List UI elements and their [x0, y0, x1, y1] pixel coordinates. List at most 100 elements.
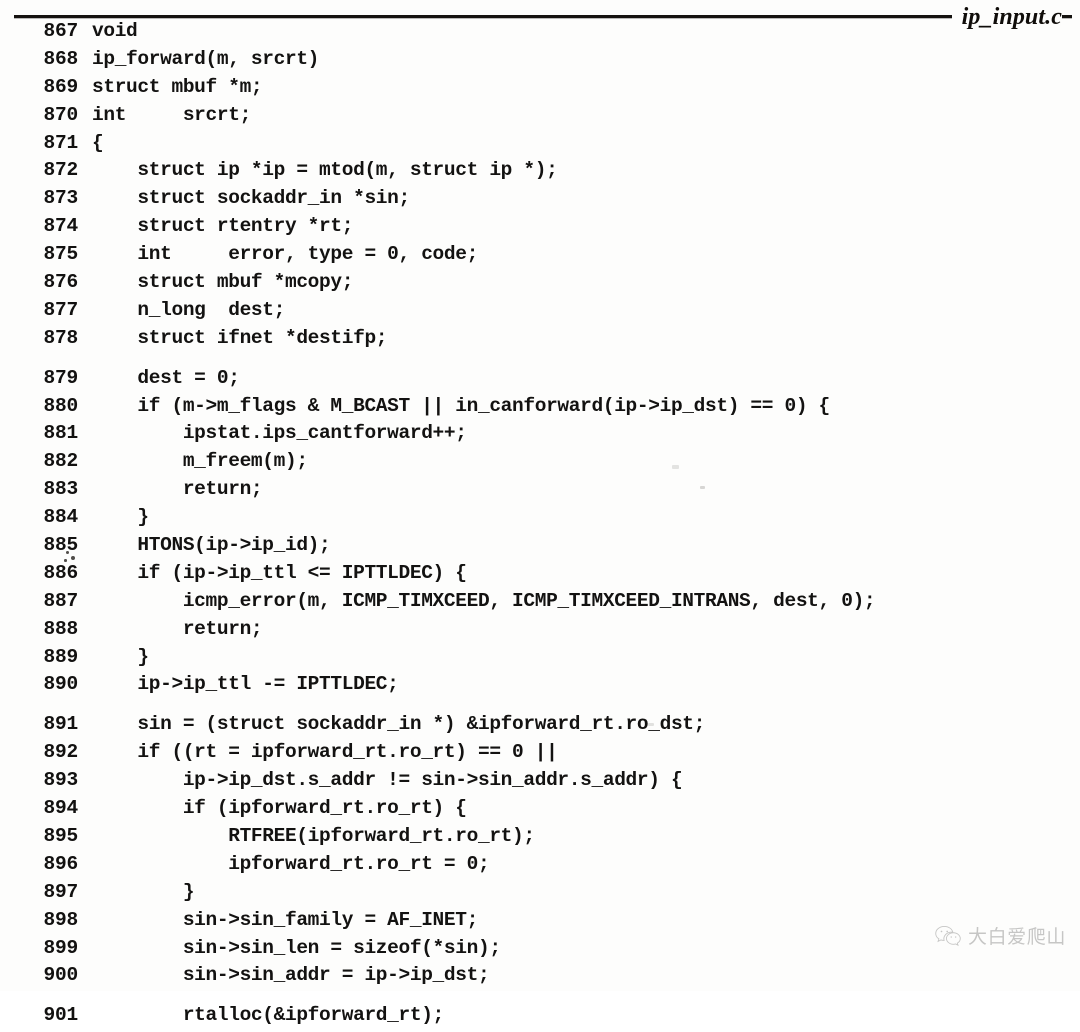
code-text: ip_forward(m, srcrt): [92, 47, 320, 70]
code-line: 867 void: [0, 20, 1080, 48]
scan-speck: [672, 465, 679, 469]
code-line: 893 ip->ip_dst.s_addr != sin->sin_addr.s…: [0, 769, 1080, 797]
code-line: 879 dest = 0;: [0, 367, 1080, 395]
code-line: 872 struct ip *ip = mtod(m, struct ip *)…: [0, 159, 1080, 187]
code-text: sin->sin_len = sizeof(*sin);: [92, 936, 501, 959]
code-text: m_freem(m);: [92, 450, 308, 473]
code-line: 868 ip_forward(m, srcrt): [0, 48, 1080, 76]
code-text: sin = (struct sockaddr_in *) &ipforward_…: [92, 713, 706, 736]
watermark: 大白爱爬山: [935, 922, 1066, 949]
line-number: 899: [43, 936, 78, 959]
code-line: 895 RTFREE(ipforward_rt.ro_rt);: [0, 825, 1080, 853]
line-number: 867: [43, 20, 78, 42]
line-number: 880: [43, 394, 78, 417]
code-text: struct sockaddr_in *sin;: [92, 187, 410, 210]
code-line: 897 }: [0, 881, 1080, 909]
code-line: 894 if (ipforward_rt.ro_rt) {: [0, 797, 1080, 825]
line-number: 891: [43, 713, 78, 736]
code-text: icmp_error(m, ICMP_TIMXCEED, ICMP_TIMXCE…: [92, 589, 876, 612]
code-line: 876 struct mbuf *mcopy;: [0, 271, 1080, 299]
wechat-icon: [935, 925, 961, 946]
code-listing: 867 void 868 ip_forward(m, srcrt) 869 struct …: [0, 20, 1080, 1026]
code-text: if ((rt = ipforward_rt.ro_rt) == 0 ||: [92, 741, 558, 764]
line-number: 873: [43, 187, 78, 210]
code-text: n_long dest;: [92, 298, 285, 321]
code-text: ipforward_rt.ro_rt = 0;: [92, 852, 490, 875]
code-line: 890 ip->ip_ttl -= IPTTLDEC;: [0, 673, 1080, 701]
code-text: rtalloc(&ipforward_rt);: [92, 1004, 444, 1027]
code-text: RTFREE(ipforward_rt.ro_rt);: [92, 824, 535, 847]
line-number: 872: [43, 159, 78, 182]
scan-speck: [71, 556, 75, 560]
code-text: int srcrt;: [92, 103, 251, 126]
line-number: 875: [43, 243, 78, 266]
code-line: 873 struct sockaddr_in *sin;: [0, 187, 1080, 215]
scanned-code-page: ip_input.c 867 void 868 ip_forward(m, srcrt…: [0, 0, 1080, 1026]
line-number: 868: [43, 47, 78, 70]
code-text: struct mbuf *m;: [92, 75, 263, 98]
code-text: sin->sin_addr = ip->ip_dst;: [92, 964, 490, 987]
line-number: 877: [43, 298, 78, 321]
code-line: 885 HTONS(ip->ip_id);: [0, 534, 1080, 562]
line-number: 898: [43, 908, 78, 931]
header-rule: [14, 15, 1072, 19]
code-text: if (ip->ip_ttl <= IPTTLDEC) {: [92, 561, 467, 584]
scan-speck: [648, 723, 654, 726]
line-number: 889: [43, 645, 78, 668]
code-text: int error, type = 0, code;: [92, 243, 478, 266]
code-line: 877 n_long dest;: [0, 299, 1080, 327]
code-line: 870 int srcrt;: [0, 104, 1080, 132]
code-line: 881 ipstat.ips_cantforward++;: [0, 422, 1080, 450]
line-number: 870: [43, 103, 78, 126]
code-text: ip->ip_ttl -= IPTTLDEC;: [92, 673, 399, 696]
code-line: 869 struct mbuf *m;: [0, 76, 1080, 104]
line-number: 901: [43, 1004, 78, 1027]
code-text: if (m->m_flags & M_BCAST || in_canforwar…: [92, 394, 830, 417]
line-number: 886: [43, 561, 78, 584]
watermark-text: 大白爱爬山: [967, 926, 1066, 948]
code-text: dest = 0;: [92, 366, 240, 389]
code-line: 883 return;: [0, 478, 1080, 506]
code-text: ip->ip_dst.s_addr != sin->sin_addr.s_add…: [92, 769, 683, 792]
line-number: 879: [43, 366, 78, 389]
line-number: 900: [43, 964, 78, 987]
code-text: }: [92, 645, 149, 668]
line-number: 890: [43, 673, 78, 696]
code-line: 887 icmp_error(m, ICMP_TIMXCEED, ICMP_TI…: [0, 590, 1080, 618]
line-number: 894: [43, 797, 78, 820]
code-line: 886 if (ip->ip_ttl <= IPTTLDEC) {: [0, 562, 1080, 590]
code-line: 899 sin->sin_len = sizeof(*sin);: [0, 937, 1080, 965]
code-text: return;: [92, 617, 263, 640]
code-line: 898 sin->sin_family = AF_INET;: [0, 909, 1080, 937]
code-text: struct ifnet *destifp;: [92, 326, 388, 349]
code-text: struct ip *ip = mtod(m, struct ip *);: [92, 159, 558, 182]
line-number: 884: [43, 506, 78, 529]
scan-speck: [700, 486, 705, 489]
code-line: 882 m_freem(m);: [0, 450, 1080, 478]
code-text: ipstat.ips_cantforward++;: [92, 422, 467, 445]
line-number: 887: [43, 589, 78, 612]
code-line: 871 {: [0, 132, 1080, 160]
code-line: 892 if ((rt = ipforward_rt.ro_rt) == 0 |…: [0, 741, 1080, 769]
line-number: 892: [43, 741, 78, 764]
line-number: 881: [43, 422, 78, 445]
line-number: 893: [43, 769, 78, 792]
code-text: }: [92, 880, 195, 903]
code-line: 878 struct ifnet *destifp;: [0, 327, 1080, 355]
code-line: 884 }: [0, 506, 1080, 534]
line-number: 888: [43, 617, 78, 640]
line-number: 874: [43, 215, 78, 238]
line-number: 871: [43, 131, 78, 154]
line-number: 876: [43, 271, 78, 294]
code-text: return;: [92, 478, 263, 501]
code-text: void: [92, 20, 138, 42]
code-line: 891 sin = (struct sockaddr_in *) &ipforw…: [0, 713, 1080, 741]
code-line: 889 }: [0, 646, 1080, 674]
code-text: HTONS(ip->ip_id);: [92, 534, 331, 557]
code-line: 900 sin->sin_addr = ip->ip_dst;: [0, 964, 1080, 992]
code-text: sin->sin_family = AF_INET;: [92, 908, 479, 931]
code-text: }: [92, 506, 149, 529]
code-line: 874 struct rtentry *rt;: [0, 215, 1080, 243]
scan-speck: [64, 559, 67, 562]
line-number: 895: [43, 824, 78, 847]
